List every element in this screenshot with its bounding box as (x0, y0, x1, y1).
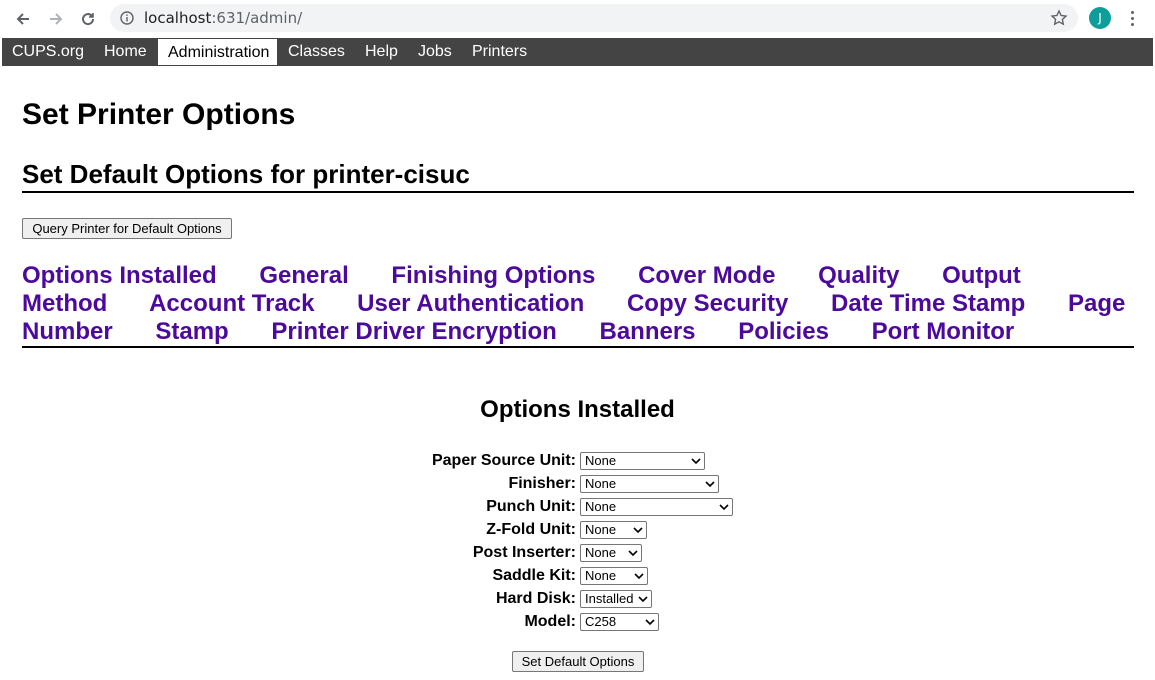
chevron-down-icon (628, 550, 638, 557)
bookmark-star-icon[interactable] (1050, 9, 1068, 27)
tab-account-track[interactable]: Account Track (149, 290, 314, 317)
punch-unit-select[interactable]: None (580, 498, 733, 516)
chevron-down-icon (638, 596, 648, 603)
arrow-right-icon (50, 13, 63, 25)
tab-banners[interactable]: Banners (599, 318, 695, 345)
option-group-tabs: Options Installed General Finishing Opti… (22, 262, 1134, 346)
tab-printer-driver-encryption[interactable]: Printer Driver Encryption (271, 318, 556, 345)
set-default-options-button[interactable]: Set Default Options (512, 651, 644, 672)
selected-value: None (585, 499, 617, 514)
reload-button[interactable] (75, 6, 101, 32)
page-title: Set Printer Options (22, 98, 296, 131)
saddle-kit-select[interactable]: None (580, 567, 648, 585)
browser-menu-icon[interactable] (1124, 7, 1140, 29)
tab-copy-security[interactable]: Copy Security (627, 290, 788, 317)
z-fold-unit-select[interactable]: None (580, 521, 647, 539)
option-label: Paper Source Unit: (431, 452, 576, 469)
paper-source-unit-select[interactable]: None (580, 452, 705, 470)
chevron-down-icon (634, 573, 644, 580)
hard-disk-select[interactable]: Installed (580, 590, 652, 608)
option-label: Model: (524, 613, 576, 630)
forward-button[interactable] (43, 6, 69, 32)
model-select[interactable]: C258 (580, 613, 659, 631)
selected-value: None (585, 476, 617, 491)
tab-date-time-stamp[interactable]: Date Time Stamp (831, 290, 1025, 317)
tab-user-authentication[interactable]: User Authentication (357, 290, 584, 317)
tab-cover-mode[interactable]: Cover Mode (638, 262, 775, 289)
back-button[interactable] (10, 6, 36, 32)
cups-nav-bar: CUPS.org Home Administration Classes Hel… (2, 38, 1153, 66)
chevron-down-icon (719, 504, 729, 511)
nav-printers[interactable]: Printers (462, 38, 537, 66)
option-label: Saddle Kit: (492, 567, 576, 584)
chevron-down-icon (645, 619, 655, 626)
selected-value: None (585, 453, 617, 468)
option-row-model: Model: C258 (0, 612, 1155, 635)
divider (22, 191, 1134, 193)
page-subtitle: Set Default Options for printer-cisuc (22, 159, 470, 189)
finisher-select[interactable]: None (580, 475, 719, 493)
tab-quality[interactable]: Quality (818, 262, 899, 289)
nav-administration[interactable]: Administration (157, 38, 278, 66)
tab-finishing-options[interactable]: Finishing Options (391, 262, 595, 289)
tab-policies[interactable]: Policies (738, 318, 829, 345)
option-label: Punch Unit: (486, 498, 576, 515)
url-host: localhost (144, 9, 212, 27)
section-title: Options Installed (480, 396, 675, 423)
chevron-down-icon (705, 481, 715, 488)
chevron-down-icon (691, 458, 701, 465)
selected-value: C258 (585, 614, 617, 629)
selected-value: None (585, 522, 617, 537)
option-row-post-inserter: Post Inserter: None (0, 543, 1155, 566)
post-inserter-select[interactable]: None (580, 544, 642, 562)
url-path: :631/admin/ (211, 9, 303, 27)
selected-value: Installed (585, 591, 634, 606)
selected-value: None (585, 545, 617, 560)
address-bar[interactable]: localhost:631/admin/ (110, 4, 1078, 32)
nav-jobs[interactable]: Jobs (408, 38, 462, 66)
tab-port-monitor[interactable]: Port Monitor (872, 318, 1015, 345)
option-label: Z-Fold Unit: (486, 521, 576, 538)
tab-options-installed[interactable]: Options Installed (22, 262, 217, 289)
reload-icon (82, 13, 95, 26)
option-row-saddle-kit: Saddle Kit: None (0, 566, 1155, 589)
option-row-hard-disk: Hard Disk: Installed (0, 589, 1155, 612)
chevron-down-icon (633, 527, 643, 534)
option-row-z-fold-unit: Z-Fold Unit: None (0, 520, 1155, 543)
option-label: Finisher: (508, 475, 576, 492)
profile-avatar[interactable]: J (1089, 7, 1111, 29)
tab-stamp[interactable]: Stamp (155, 318, 228, 345)
divider (22, 346, 1134, 348)
option-row-punch-unit: Punch Unit: None (0, 497, 1155, 520)
nav-cups-org[interactable]: CUPS.org (2, 38, 94, 66)
option-label: Post Inserter: (472, 544, 576, 561)
selected-value: None (585, 568, 617, 583)
url-text: localhost:631/admin/ (144, 9, 302, 27)
info-icon[interactable] (120, 11, 134, 25)
nav-classes[interactable]: Classes (278, 38, 355, 66)
arrow-left-icon (16, 13, 29, 25)
option-label: Hard Disk: (495, 590, 576, 607)
option-row-paper-source-unit: Paper Source Unit: None (0, 451, 1155, 474)
nav-home[interactable]: Home (94, 38, 157, 66)
tab-general[interactable]: General (259, 262, 348, 289)
query-printer-button[interactable]: Query Printer for Default Options (22, 218, 232, 239)
browser-toolbar: localhost:631/admin/ J (0, 0, 1155, 38)
option-row-finisher: Finisher: None (0, 474, 1155, 497)
nav-help[interactable]: Help (355, 38, 408, 66)
